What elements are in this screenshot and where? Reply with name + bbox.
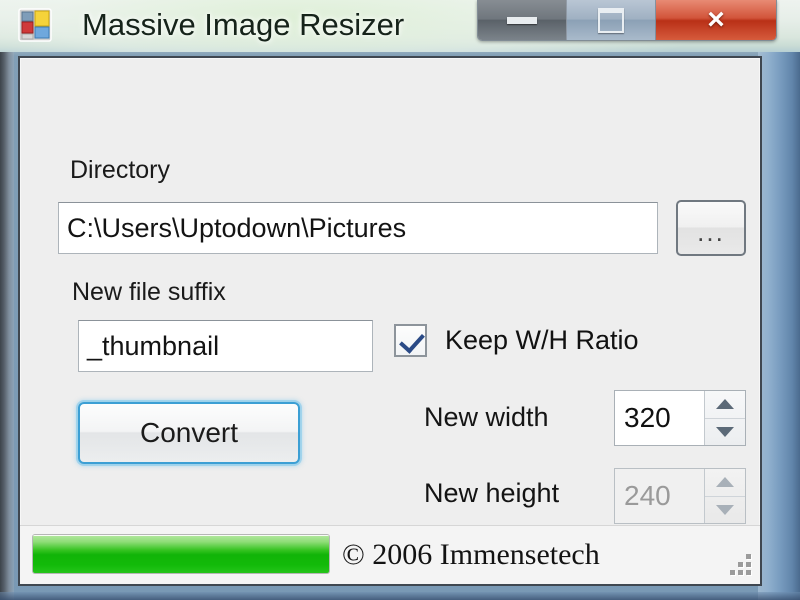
window-controls: × [477, 0, 777, 41]
conversion-progress-bar [32, 534, 330, 574]
new-height-label: New height [424, 478, 560, 508]
browse-directory-button[interactable]: ... [676, 200, 746, 256]
form-client-area: Directory C:\Users\Uptodown\Pictures ...… [18, 56, 762, 586]
maximize-icon [598, 7, 624, 33]
new-file-suffix-input[interactable]: _thumbnail [78, 320, 373, 372]
keep-ratio-checkbox-row[interactable]: Keep W/H Ratio [394, 324, 639, 357]
new-width-label: New width [424, 402, 549, 432]
window-title: Massive Image Resizer [82, 7, 405, 42]
app-tiles-icon [18, 8, 52, 42]
window-frame-right-edge [758, 44, 800, 600]
convert-button[interactable]: Convert [78, 402, 300, 464]
minimize-icon [507, 16, 537, 24]
new-height-stepper: 240 [614, 468, 746, 524]
new-height-increment-button [705, 469, 745, 497]
checkmark-icon[interactable] [394, 324, 427, 357]
new-width-arrows [704, 391, 745, 445]
chevron-up-icon [716, 477, 734, 488]
new-height-decrement-button [705, 497, 745, 524]
status-bar: © 2006 Immensetech [20, 525, 760, 584]
new-file-suffix-label: New file suffix [72, 278, 226, 306]
directory-label: Directory [70, 156, 171, 184]
new-width-stepper[interactable]: 320 [614, 390, 746, 446]
chevron-down-icon [716, 426, 734, 437]
title-bar[interactable]: Massive Image Resizer × [0, 0, 800, 52]
maximize-button[interactable] [567, 0, 656, 40]
new-width-value[interactable]: 320 [615, 391, 704, 445]
copyright-label: © 2006 Immensetech [342, 538, 600, 571]
application-window: Massive Image Resizer × Directory C:\Use… [0, 0, 800, 600]
close-button[interactable]: × [656, 0, 776, 40]
progress-bar-fill [33, 535, 329, 573]
keep-ratio-label: Keep W/H Ratio [445, 325, 639, 355]
close-icon: × [707, 3, 725, 36]
window-frame-left-edge [0, 0, 14, 600]
window-frame-bottom-edge [0, 592, 800, 600]
minimize-button[interactable] [478, 0, 567, 40]
chevron-up-icon [716, 399, 734, 410]
new-width-decrement-button[interactable] [705, 419, 745, 446]
resize-grip-icon[interactable] [730, 554, 752, 576]
chevron-down-icon [716, 504, 734, 515]
new-width-increment-button[interactable] [705, 391, 745, 419]
new-height-arrows [704, 469, 745, 523]
new-height-value: 240 [624, 480, 671, 511]
directory-input[interactable]: C:\Users\Uptodown\Pictures [58, 202, 658, 254]
